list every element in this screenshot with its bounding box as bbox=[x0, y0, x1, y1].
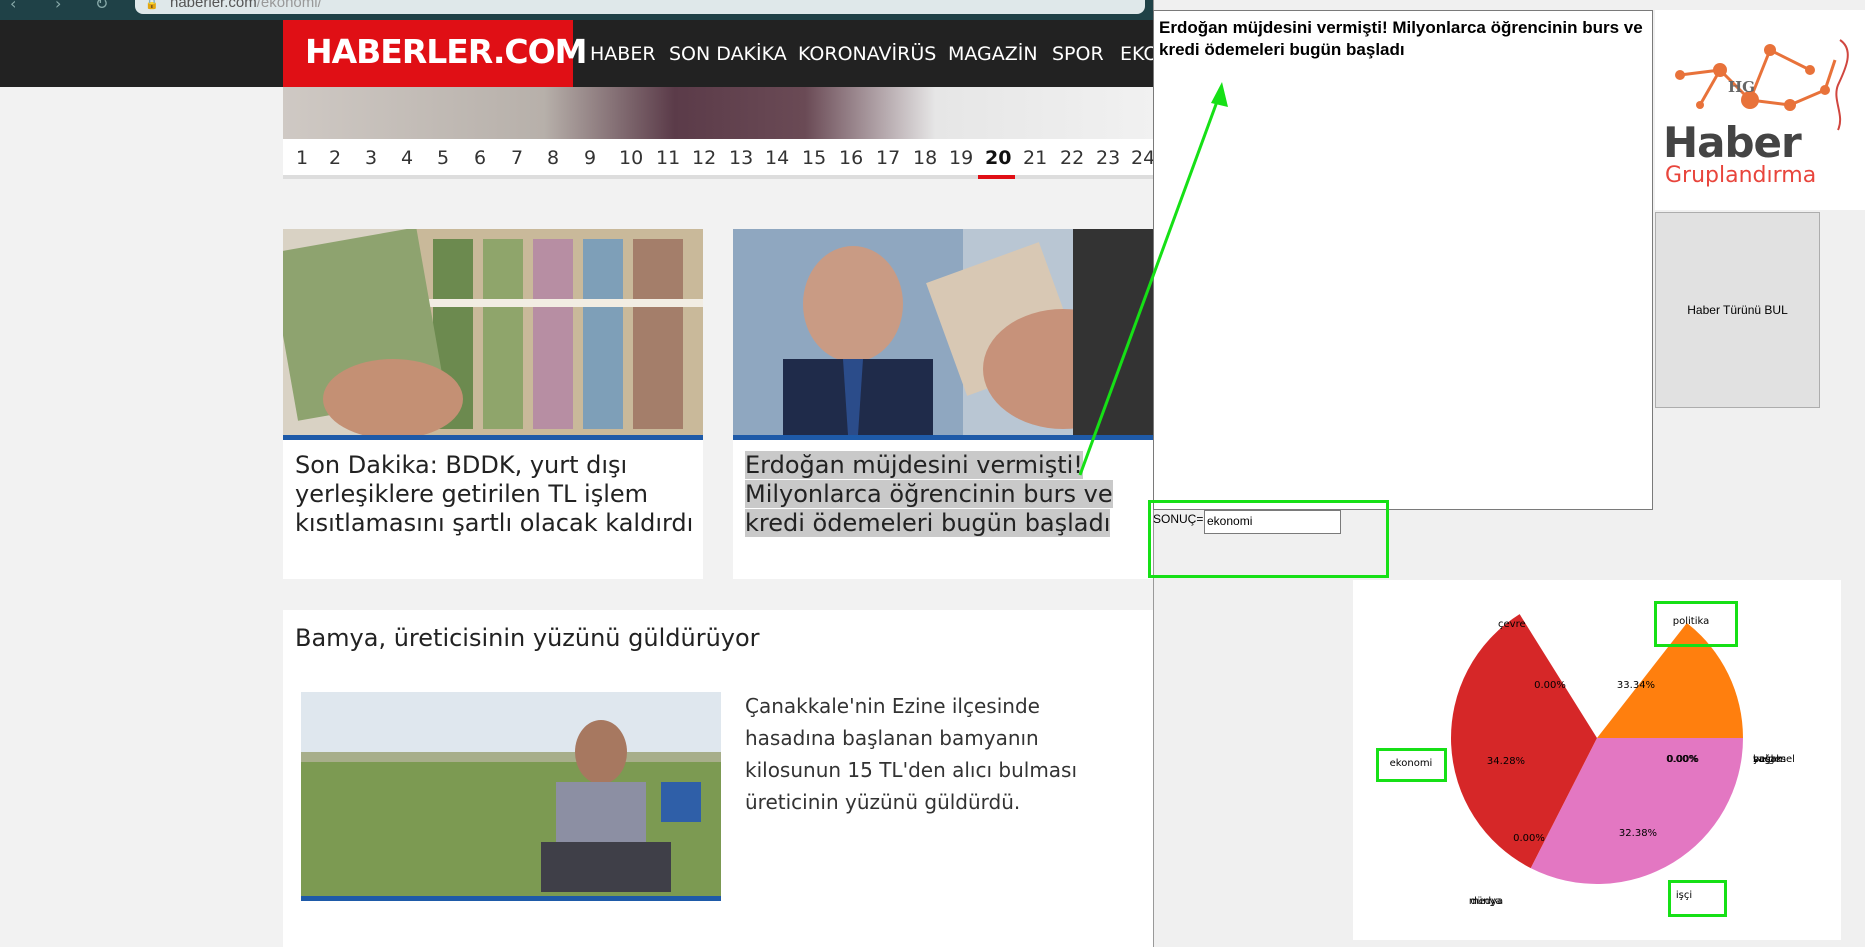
annotation-arrowhead bbox=[1211, 82, 1228, 107]
annotation-box-ekonomi bbox=[1376, 748, 1447, 782]
annotation-overlay bbox=[1078, 82, 1228, 476]
annotation-box-result bbox=[1148, 500, 1389, 578]
annotation-arrow bbox=[1078, 87, 1224, 476]
annotation-box-isci bbox=[1668, 880, 1727, 917]
annotation-box-politika bbox=[1654, 601, 1738, 647]
